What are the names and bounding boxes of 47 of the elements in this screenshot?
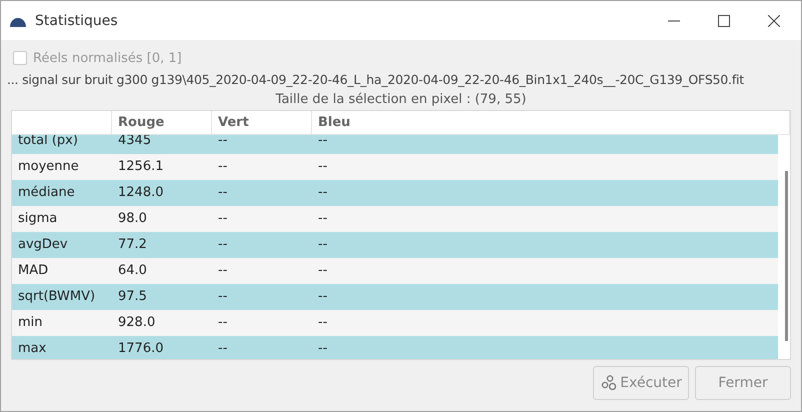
table-cell-text: -- (317, 210, 328, 228)
table-cell-text: -- (217, 288, 228, 306)
row-label: moyenne (17, 158, 80, 176)
gears-icon (600, 374, 618, 392)
table-cell-text: -- (217, 184, 228, 202)
column-header[interactable]: Vert (212, 111, 312, 134)
table-cell-text: 1776.0 (117, 340, 164, 358)
table-cell-text: -- (317, 288, 328, 306)
table-cell-text: -- (217, 236, 228, 254)
scrollbar[interactable] (785, 171, 788, 341)
checkbox-label: Réels normalisés [0, 1] (33, 50, 182, 66)
row-label: total (px) (17, 132, 79, 150)
row-label: sqrt(BWMV) (17, 288, 96, 306)
table-cell-text: 928.0 (117, 314, 156, 332)
table-cell-text: 64.0 (117, 262, 148, 280)
table-cell-text: -- (217, 262, 228, 280)
minimize-icon (668, 20, 680, 22)
column-header[interactable]: Bleu (312, 111, 790, 134)
row-label: min (17, 314, 44, 332)
table-cell-text: -- (317, 314, 328, 332)
table-cell-text: -- (217, 340, 228, 358)
row-label: sigma (17, 210, 58, 228)
table-cell-text: -- (317, 236, 328, 254)
row-label: médiane (17, 184, 76, 202)
maximize-icon (718, 14, 730, 26)
table-cell-text: -- (217, 210, 228, 228)
row-label: MAD (17, 262, 50, 280)
selection-size: Taille de la sélection en pixel : (79, 55) (274, 91, 528, 109)
table-cell-text: 1248.0 (117, 184, 164, 202)
table-cell-text: -- (317, 132, 328, 150)
table-cell-text: 98.0 (117, 210, 148, 228)
column-header[interactable]: Rouge (112, 111, 212, 134)
window-title: Statistiques (35, 12, 119, 28)
table-cell-text: -- (317, 340, 328, 358)
table-cell-text: 97.5 (117, 288, 148, 306)
row-label: avgDev (17, 236, 69, 254)
table-cell-text: -- (217, 314, 228, 332)
close-icon (768, 14, 780, 26)
table-cell-text: -- (317, 158, 328, 176)
table-cell-text: 77.2 (117, 236, 148, 254)
table-cell-text: 1256.1 (117, 158, 164, 176)
row-label: max (17, 340, 48, 358)
table-cell-text: -- (217, 158, 228, 176)
table-cell-text: -- (217, 132, 228, 150)
table-cell-text: -- (317, 184, 328, 202)
file-path: ... signal sur bruit g300 g139\405_2020-04-09_22-20-46_L_ha_2020-04-09_22-20-46_Bin1x1_240s__-20C_G139_OFS50.fit (7, 71, 746, 89)
table-cell-text: -- (317, 262, 328, 280)
